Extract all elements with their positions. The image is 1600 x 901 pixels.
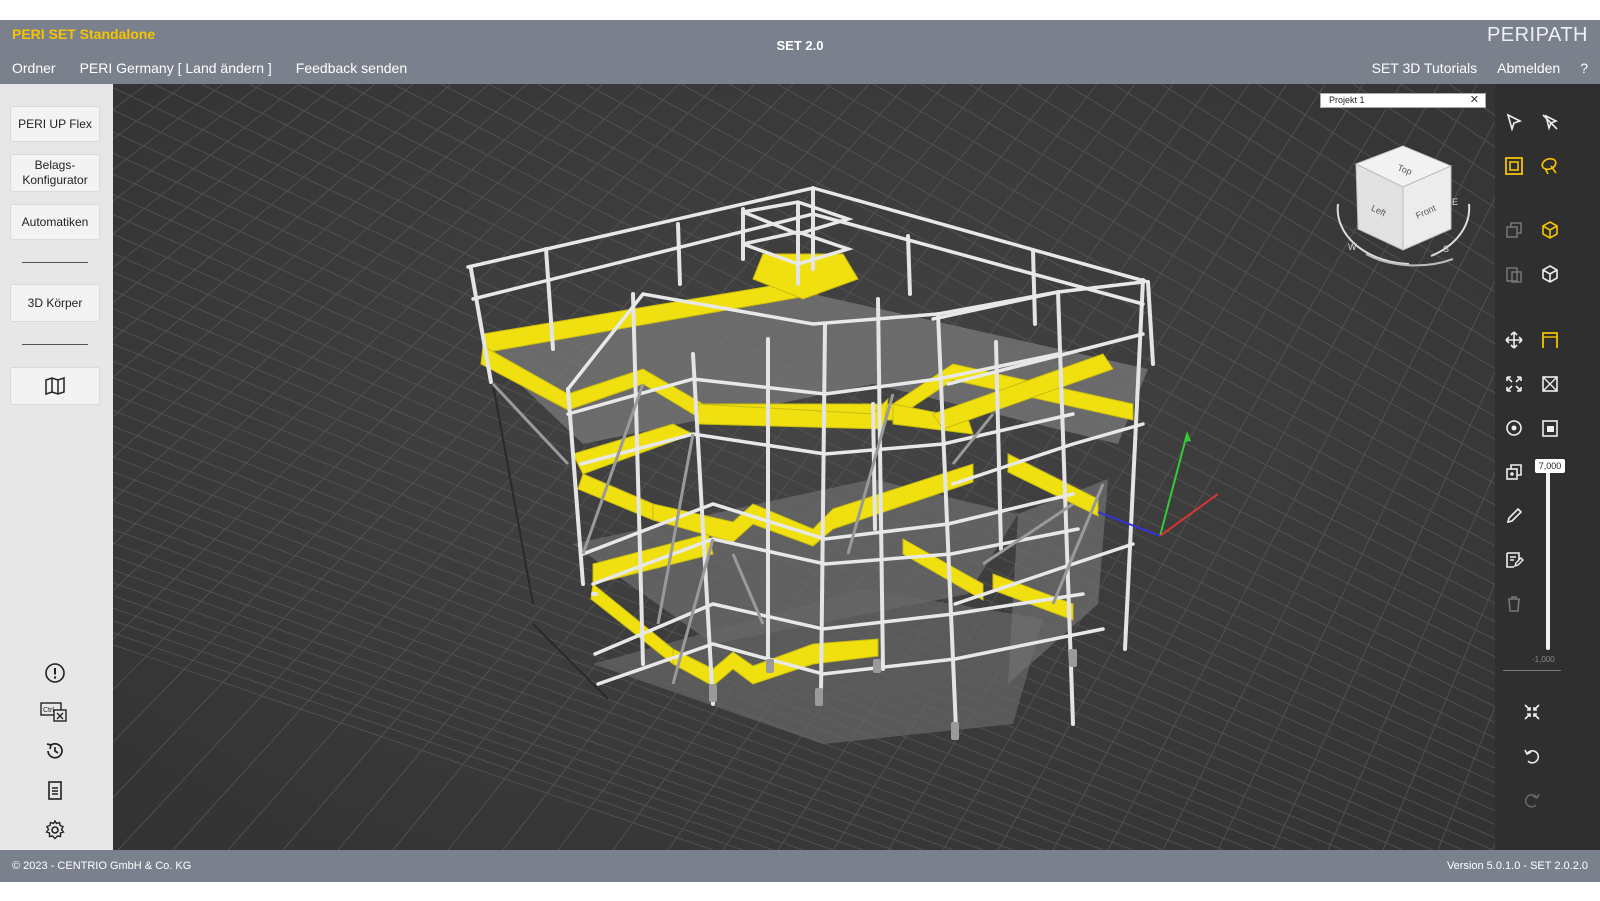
brand-logo: PERIPATH	[1487, 24, 1588, 47]
peri-up-flex-button[interactable]: PERI UP Flex	[10, 106, 100, 142]
box-outline-icon[interactable]	[1536, 260, 1564, 288]
height-slider-value[interactable]: 7,000	[1535, 459, 1565, 473]
app-window: PERI SET Standalone SET 2.0 PERIPATH Ord…	[0, 0, 1600, 901]
deck-configurator-button[interactable]: Belags- Konfigurator	[10, 154, 100, 192]
3d-viewport[interactable]: Top Left Front W S E Projekt 1 ✕	[113, 84, 1495, 850]
history-icon[interactable]	[40, 736, 70, 766]
right-menu: SET 3D Tutorials Abmelden ?	[1372, 60, 1588, 76]
bottom-margin	[0, 882, 1600, 901]
toolbar-divider	[1503, 670, 1561, 671]
menu-country[interactable]: PERI Germany [ Land ändern ]	[80, 60, 272, 76]
box-select-icon[interactable]	[1500, 152, 1528, 180]
version-text: Version 5.0.1.0 - SET 2.0.2.0	[1446, 860, 1588, 872]
menu-help[interactable]: ?	[1580, 60, 1588, 76]
warning-icon[interactable]	[40, 658, 70, 688]
gear-icon[interactable]	[40, 815, 70, 845]
menu-folder[interactable]: Ordner	[12, 60, 56, 76]
select-cursor-icon[interactable]	[1500, 108, 1528, 136]
menu-feedback[interactable]: Feedback senden	[296, 60, 407, 76]
height-slider-min: -1,000	[1532, 655, 1555, 664]
project-tab-label: Projekt 1	[1329, 95, 1365, 105]
status-bar: © 2023 - CENTRIO GmbH & Co. KG Version 5…	[0, 850, 1600, 882]
frame-brace-icon[interactable]	[1536, 370, 1564, 398]
height-slider[interactable]	[1546, 470, 1550, 650]
3d-body-button[interactable]: 3D Körper	[10, 284, 100, 322]
automations-button[interactable]: Automatiken	[10, 204, 100, 240]
sidebar-divider	[22, 262, 88, 263]
pencil-icon[interactable]	[1500, 502, 1528, 530]
svg-text:Ctrl: Ctrl	[43, 707, 54, 714]
move-icon[interactable]	[1500, 326, 1528, 354]
floorplan-icon	[45, 377, 65, 395]
close-icon[interactable]: ✕	[1470, 94, 1479, 107]
left-sidebar: PERI UP Flex Belags- Konfigurator Automa…	[0, 84, 113, 850]
redo-icon[interactable]	[1518, 786, 1546, 814]
project-tab[interactable]: Projekt 1 ✕	[1320, 93, 1486, 108]
paste-icon[interactable]	[1500, 260, 1528, 288]
app-title: PERI SET Standalone	[12, 26, 156, 42]
brand-light: PATH	[1535, 24, 1588, 46]
window-title: SET 2.0	[776, 38, 824, 53]
deselect-icon[interactable]	[1536, 108, 1564, 136]
scene-canvas[interactable]: Top Left Front W S E	[113, 84, 1495, 850]
compass-south: S	[1443, 244, 1449, 254]
copyright-text: © 2023 - CENTRIO GmbH & Co. KG	[12, 860, 192, 872]
collapse-icon[interactable]	[1518, 698, 1546, 726]
sidebar-divider	[22, 344, 88, 345]
box-yellow-icon[interactable]	[1536, 216, 1564, 244]
menu-logout[interactable]: Abmelden	[1497, 60, 1560, 76]
main-menu: Ordner PERI Germany [ Land ändern ] Feed…	[12, 60, 407, 76]
brand-bold: PERI	[1486, 24, 1536, 46]
scale-icon[interactable]	[1500, 370, 1528, 398]
document-icon[interactable]	[40, 776, 70, 806]
top-margin	[0, 0, 1600, 20]
duplicate-icon[interactable]	[1500, 458, 1528, 486]
copy-icon[interactable]	[1500, 216, 1528, 244]
floorplan-button[interactable]	[10, 367, 100, 405]
frame-panel-icon[interactable]	[1536, 414, 1564, 442]
compass-east: E	[1452, 197, 1458, 207]
header-bar: PERI SET Standalone SET 2.0 PERIPATH Ord…	[0, 20, 1600, 84]
undo-icon[interactable]	[1518, 742, 1546, 770]
lasso-select-icon[interactable]	[1536, 152, 1564, 180]
rotate-view-icon[interactable]	[1500, 414, 1528, 442]
trash-icon[interactable]	[1500, 590, 1528, 618]
keyboard-shortcut-icon[interactable]: Ctrl	[40, 697, 70, 727]
compass-west: W	[1348, 242, 1357, 252]
menu-tutorials[interactable]: SET 3D Tutorials	[1372, 60, 1478, 76]
note-edit-icon[interactable]	[1500, 546, 1528, 574]
frame-yellow-icon[interactable]	[1536, 326, 1564, 354]
